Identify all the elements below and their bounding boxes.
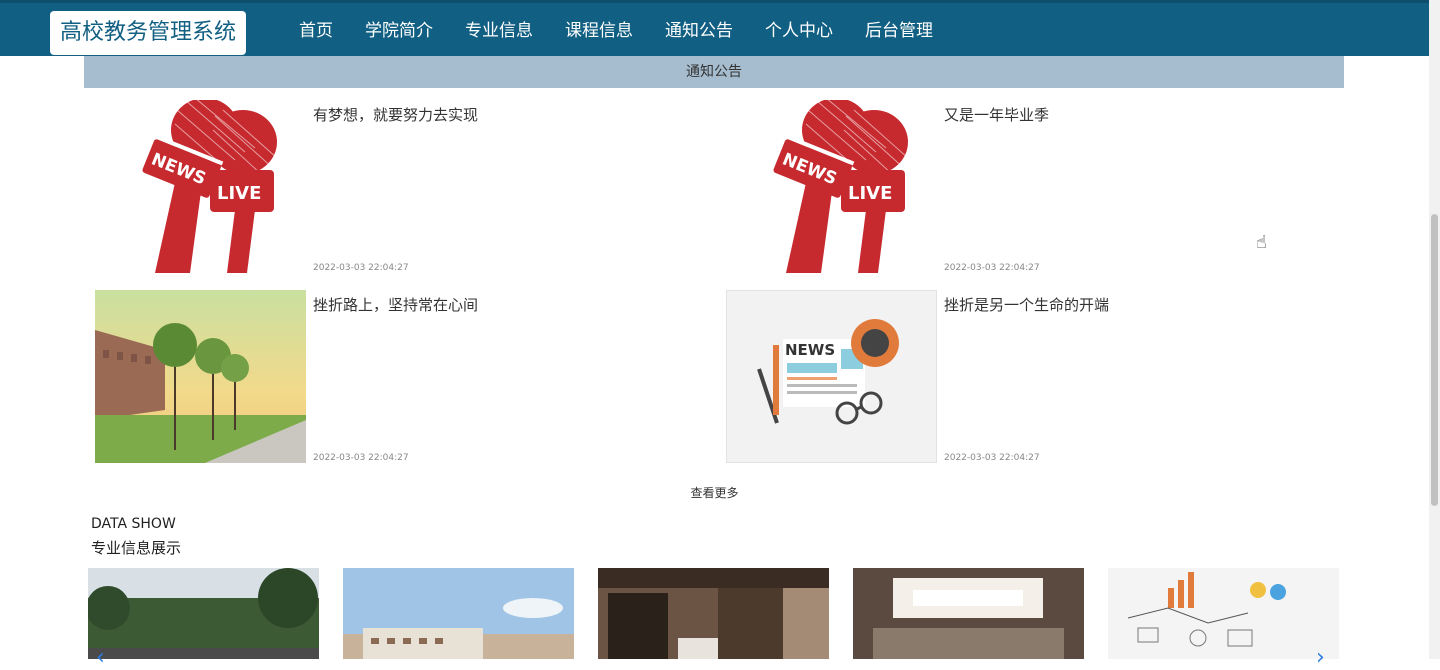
news-live-microphone-image[interactable]: LIVE NEWS [95,100,306,273]
campus-trees-image[interactable] [95,290,306,463]
carousel-prev-arrow-icon[interactable]: ‹ [96,645,105,670]
news-title[interactable]: 有梦想，就要努力去实现 [313,104,478,125]
news-paper-logo-text: NEWS [785,341,835,359]
news-date: 2022-03-03 22:04:27 [313,263,409,273]
data-show-subtitle: 专业信息展示 [91,539,182,557]
news-item[interactable]: LIVE NEWS 又是一年毕业季 2022-03-03 22:04:27 [726,100,1326,275]
view-more-link[interactable]: 查看更多 [0,484,1429,501]
major-card[interactable] [88,568,319,659]
nav-college-intro[interactable]: 学院简介 [349,3,449,59]
news-date: 2022-03-03 22:04:27 [944,263,1040,273]
main-nav: 首页 学院简介 专业信息 课程信息 通知公告 个人中心 后台管理 [283,3,949,59]
major-card[interactable] [853,568,1084,659]
news-live-microphone-image[interactable]: LIVE NEWS [726,100,937,273]
hand-cursor-icon: ☝ [1256,232,1267,253]
nav-course-info[interactable]: 课程信息 [549,3,649,59]
nav-notice[interactable]: 通知公告 [649,3,749,59]
nav-home[interactable]: 首页 [283,3,349,59]
news-item[interactable]: 挫折路上，坚持常在心间 2022-03-03 22:04:27 [95,290,695,465]
nav-major-info[interactable]: 专业信息 [449,3,549,59]
notice-section-title: 通知公告 [84,56,1344,88]
nav-admin[interactable]: 后台管理 [849,3,949,59]
live-logo-text: LIVE [217,183,261,204]
news-date: 2022-03-03 22:04:27 [313,453,409,463]
top-navbar: 高校教务管理系统 首页 学院简介 专业信息 课程信息 通知公告 个人中心 后台管… [0,0,1429,59]
nav-personal-center[interactable]: 个人中心 [749,3,849,59]
page-scrollbar[interactable] [1429,0,1440,659]
news-title[interactable]: 又是一年毕业季 [944,104,1049,125]
news-date: 2022-03-03 22:04:27 [944,453,1040,463]
news-paper-illustration[interactable]: NEWS [726,290,937,463]
news-title[interactable]: 挫折路上，坚持常在心间 [313,294,478,315]
major-card[interactable] [1108,568,1339,659]
news-title[interactable]: 挫折是另一个生命的开端 [944,294,1109,315]
major-card[interactable] [343,568,574,659]
news-item[interactable]: LIVE NEWS 有梦想，就要努力去实现 2022-03-03 22:04:2… [95,100,695,275]
data-show-title: DATA SHOW [91,516,176,532]
major-card[interactable] [598,568,829,659]
news-item[interactable]: NEWS 挫折是另一个生命的开端 2022-03-03 22:04:27 [726,290,1326,465]
carousel-next-arrow-icon[interactable]: › [1316,645,1325,670]
site-logo[interactable]: 高校教务管理系统 [50,11,246,55]
live-logo-text: LIVE [848,183,892,204]
scroll-thumb[interactable] [1431,214,1438,506]
